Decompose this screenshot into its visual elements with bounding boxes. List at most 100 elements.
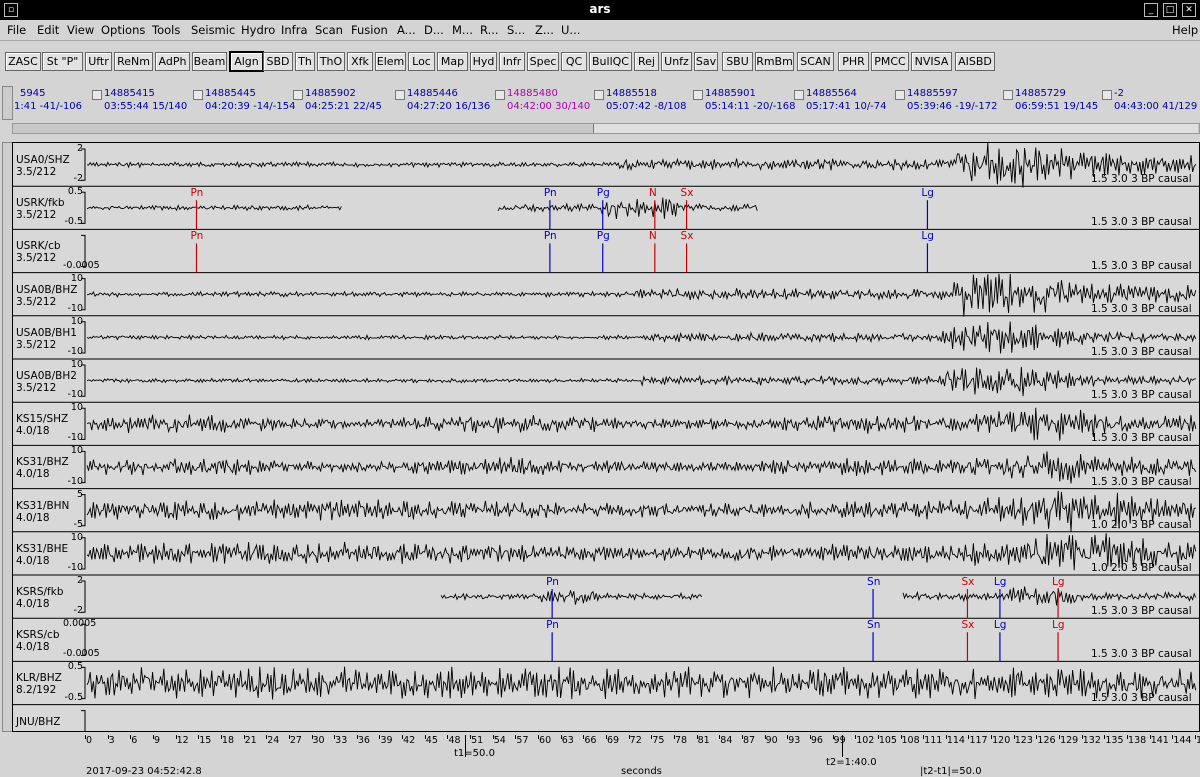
waveform-panel[interactable]: USA0/SHZ 3.5/212 2 -2 1.5 3.0 3 BP causal USR… <box>12 142 1200 732</box>
toolbar-button-qc[interactable]: QC <box>561 52 587 71</box>
phase-label[interactable]: Sx <box>961 576 974 588</box>
origin-checkbox[interactable] <box>92 90 102 100</box>
origin-checkbox[interactable] <box>1102 90 1112 100</box>
origin-checkbox[interactable] <box>193 90 203 100</box>
menu-a[interactable]: A... <box>397 23 416 37</box>
phase-label[interactable]: Pg <box>597 230 610 242</box>
menu-s[interactable]: S... <box>507 23 525 37</box>
toolbar-button-adph[interactable]: AdPh <box>155 52 190 71</box>
origin-checkbox[interactable] <box>895 90 905 100</box>
toolbar-button-rmbm[interactable]: RmBm <box>755 52 794 71</box>
menu-seismic[interactable]: Seismic <box>191 23 235 37</box>
maximize-icon[interactable]: □ <box>1163 3 1177 17</box>
toolbar-button-nvisa[interactable]: NVISA <box>911 52 952 71</box>
phase-label[interactable]: N <box>649 230 657 242</box>
menu-z[interactable]: Z... <box>535 23 554 37</box>
phase-label[interactable]: Sx <box>681 187 694 199</box>
phase-label[interactable]: Lg <box>1052 576 1065 588</box>
origin-info: 04:43:00 41/129 <box>1114 101 1198 112</box>
origin-checkbox[interactable] <box>594 90 604 100</box>
trace-sub-label: 3.5/212 <box>16 252 57 265</box>
phase-label[interactable]: Sx <box>681 230 694 242</box>
toolbar-button-scan[interactable]: SCAN <box>797 52 834 71</box>
phase-label[interactable]: Sx <box>961 619 974 631</box>
menu-hydro[interactable]: Hydro <box>241 23 275 37</box>
phase-label[interactable]: Sn <box>867 576 880 588</box>
toolbar-button-elem[interactable]: Elem <box>375 52 406 71</box>
menu-edit[interactable]: Edit <box>37 23 59 37</box>
phase-label[interactable]: Lg <box>994 576 1007 588</box>
toolbar-button-sav[interactable]: Sav <box>694 52 718 71</box>
toolbar-button-unfz[interactable]: Unfz <box>661 52 692 71</box>
toolbar-button-sbd[interactable]: SBD <box>263 52 293 71</box>
phase-label[interactable]: N <box>649 187 657 199</box>
menu-u[interactable]: U... <box>561 23 580 37</box>
time-tick-label: 78 <box>674 735 688 746</box>
trace-station-label: KLR/BHZ <box>16 672 62 685</box>
phase-label[interactable]: Pn <box>546 576 559 588</box>
toolbar-button-map[interactable]: Map <box>437 52 468 71</box>
toolbar-button-stp[interactable]: St "P" <box>42 52 83 71</box>
toolbar-button-uftr[interactable]: Uftr <box>85 52 112 71</box>
menu-tools[interactable]: Tools <box>152 23 180 37</box>
phase-label[interactable]: Pn <box>190 230 203 242</box>
time-tick-mark <box>1036 735 1038 739</box>
toolbar-button-pmcc[interactable]: PMCC <box>871 52 909 71</box>
origin-checkbox[interactable] <box>1003 90 1013 100</box>
toolbar-button-algn[interactable]: Algn <box>229 51 264 72</box>
menu-scan[interactable]: Scan <box>315 23 343 37</box>
phase-label[interactable]: Pg <box>597 187 610 199</box>
close-icon[interactable]: ✕ <box>1182 3 1196 17</box>
toolbar-button-phr[interactable]: PHR <box>838 52 869 71</box>
origin-horizontal-scrollbar[interactable] <box>12 123 1200 134</box>
menu-fusion[interactable]: Fusion <box>351 23 388 37</box>
menu-infra[interactable]: Infra <box>281 23 308 37</box>
toolbar-button-tho[interactable]: ThO <box>317 52 345 71</box>
toolbar-button-hyd[interactable]: Hyd <box>470 52 497 71</box>
menu-options[interactable]: Options <box>101 23 145 37</box>
toolbar-button-beam[interactable]: Beam <box>192 52 227 71</box>
origin-checkbox[interactable] <box>794 90 804 100</box>
trace-ymin-label: -10 <box>67 346 83 357</box>
t1-marker[interactable] <box>464 735 466 757</box>
time-tick-mark <box>877 735 879 739</box>
origin-checkbox[interactable] <box>293 90 303 100</box>
toolbar-button-sbu[interactable]: SBU <box>722 52 753 71</box>
toolbar-button-rej[interactable]: Rej <box>634 52 659 71</box>
time-tick-mark <box>560 735 562 739</box>
menu-help[interactable]: Help <box>1172 23 1198 37</box>
phase-label[interactable]: Pn <box>190 187 203 199</box>
toolbar-button-xfk[interactable]: Xfk <box>347 52 373 71</box>
scrollbar-thumb[interactable] <box>593 124 1198 133</box>
trace-ymin-label: -10 <box>67 302 83 314</box>
phase-label[interactable]: Pn <box>546 619 559 631</box>
origin-checkbox[interactable] <box>495 90 505 100</box>
menu-r[interactable]: R... <box>480 23 499 37</box>
origin-checkbox[interactable] <box>395 90 405 100</box>
toolbar-button-bullqc[interactable]: BullQC <box>589 52 632 71</box>
menu-d[interactable]: D... <box>424 23 444 37</box>
toolbar-button-th[interactable]: Th <box>295 52 315 71</box>
menu-file[interactable]: File <box>7 23 26 37</box>
phase-label[interactable]: Pn <box>544 230 557 242</box>
phase-label[interactable]: Lg <box>921 187 934 199</box>
time-tick-mark <box>288 735 290 739</box>
menu-view[interactable]: View <box>67 23 94 37</box>
toolbar-button-aisbd[interactable]: AISBD <box>955 52 995 71</box>
menu-m[interactable]: M... <box>452 23 473 37</box>
time-tick-label: 54 <box>493 735 506 746</box>
toolbar-button-loc[interactable]: Loc <box>408 52 435 71</box>
phase-label[interactable]: Pn <box>544 187 557 199</box>
phase-label[interactable]: Lg <box>921 230 934 242</box>
toolbar-button-spec[interactable]: Spec <box>527 52 559 71</box>
time-tick-mark <box>832 735 834 739</box>
origin-checkbox[interactable] <box>693 90 703 100</box>
t2-marker[interactable] <box>842 735 844 757</box>
toolbar-button-zasc[interactable]: ZASC <box>5 52 41 71</box>
phase-label[interactable]: Lg <box>994 619 1007 631</box>
minimize-icon[interactable]: _ <box>1144 3 1158 17</box>
toolbar-button-renm[interactable]: ReNm <box>114 52 153 71</box>
toolbar-button-infr[interactable]: Infr <box>499 52 525 71</box>
phase-label[interactable]: Lg <box>1052 619 1065 631</box>
phase-label[interactable]: Sn <box>867 619 880 631</box>
